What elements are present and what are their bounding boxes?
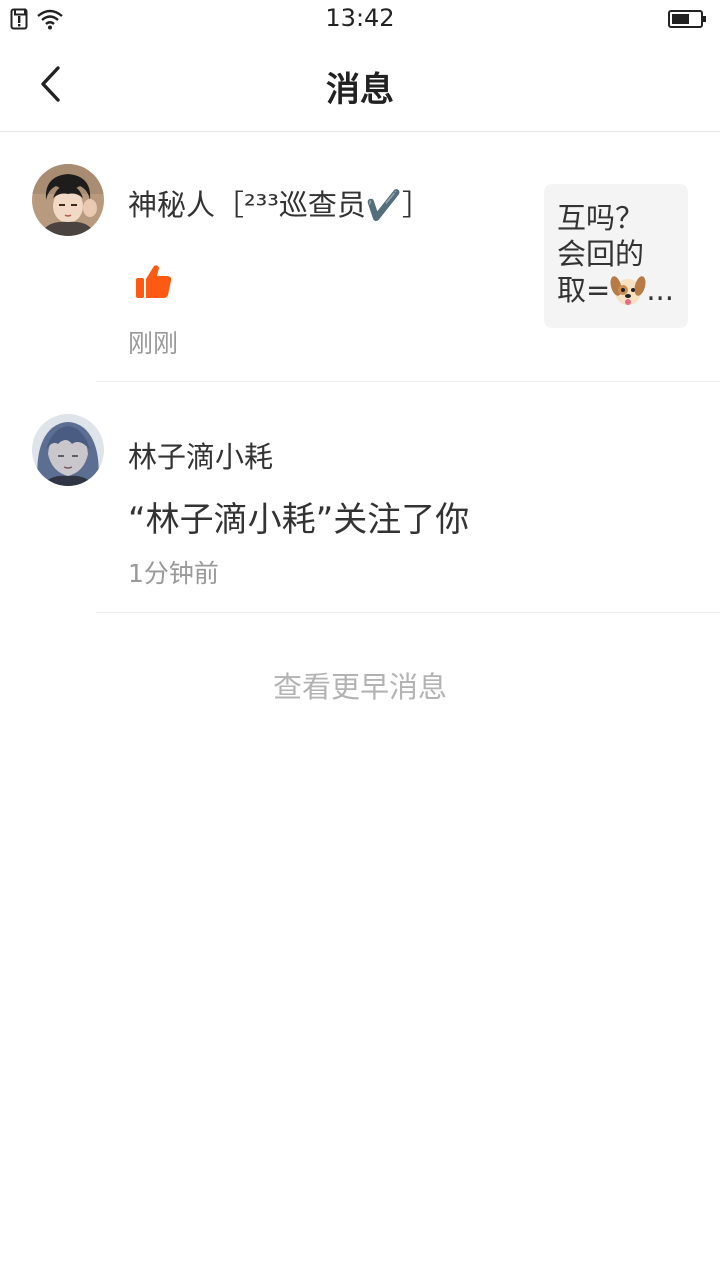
dog-face-icon [610, 274, 646, 316]
message-time: 刚刚 [128, 329, 179, 358]
quote-line-text: 取= [557, 273, 611, 307]
avatar[interactable] [32, 164, 104, 236]
quote-line-last: 取= ... [557, 272, 676, 316]
message-username[interactable]: 林子滴小耗 [128, 434, 273, 476]
message-item[interactable]: 神秘人［²³³巡查员✔️］ 刚刚 互吗？ 会回的 取= ... [0, 132, 720, 381]
nav-header: 消息 [0, 40, 720, 132]
status-bar: 13:42 [0, 0, 720, 40]
quoted-post-preview[interactable]: 互吗？ 会回的 取= ... [544, 184, 688, 328]
battery-icon [668, 9, 708, 33]
divider [96, 612, 720, 613]
message-item[interactable]: 林子滴小耗 “林子滴小耗”关注了你 1分钟前 [0, 382, 720, 612]
quote-ellipsis: ... [646, 273, 674, 307]
load-earlier-messages-link[interactable]: 查看更早消息 [0, 664, 720, 706]
quote-line: 会回的 [557, 237, 645, 271]
page-title: 消息 [326, 70, 394, 110]
quote-line: 互吗？ [557, 201, 645, 235]
message-content: “林子滴小耗”关注了你 [128, 500, 470, 540]
avatar[interactable] [32, 414, 104, 486]
status-time: 13:42 [325, 4, 395, 32]
message-username[interactable]: 神秘人［²³³巡查员✔️］ [128, 182, 431, 224]
thumbs-up-icon [134, 262, 174, 302]
message-time: 1分钟前 [128, 559, 219, 588]
